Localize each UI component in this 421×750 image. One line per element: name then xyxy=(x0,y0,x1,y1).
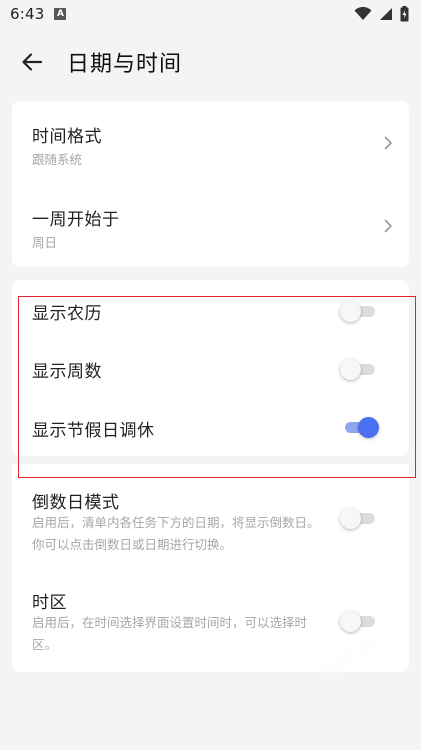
toggle-thumb xyxy=(340,359,361,380)
notification-badge-icon: A xyxy=(54,8,67,20)
status-bar: 6:43 A xyxy=(0,0,421,28)
week-number-title: 显示周数 xyxy=(32,362,102,382)
chevron-right-icon xyxy=(384,219,392,233)
holidays-row[interactable]: 显示节假日调休 xyxy=(12,410,409,444)
back-arrow-icon xyxy=(22,53,43,71)
week-start-title: 一周开始于 xyxy=(32,210,120,230)
signal-icon xyxy=(380,8,392,20)
week-number-row[interactable]: 显示周数 xyxy=(12,351,409,385)
lunar-toggle[interactable] xyxy=(340,301,378,322)
week-start-row[interactable]: 一周开始于 周日 xyxy=(12,184,409,267)
countdown-title: 倒数日模式 xyxy=(32,493,120,513)
status-time: 6:43 xyxy=(10,5,45,23)
wifi-icon xyxy=(354,7,372,20)
app-bar: 日期与时间 xyxy=(0,36,421,88)
holidays-toggle[interactable] xyxy=(342,417,379,438)
time-format-title: 时间格式 xyxy=(32,127,102,147)
status-icons xyxy=(354,6,409,22)
page-title: 日期与时间 xyxy=(67,52,183,77)
toggle-thumb xyxy=(340,611,361,632)
battery-icon xyxy=(400,6,409,22)
week-number-toggle[interactable] xyxy=(340,359,378,380)
toggle-thumb xyxy=(340,301,361,322)
toggle-thumb xyxy=(340,508,361,529)
countdown-description: 启用后，清单内各任务下方的日期，将显示倒数日。你可以点击倒数日或日期进行切换。 xyxy=(32,515,320,552)
back-button[interactable] xyxy=(8,38,56,86)
countdown-row[interactable]: 倒数日模式 启用后，清单内各任务下方的日期，将显示倒数日。你可以点击倒数日或日期… xyxy=(12,464,409,564)
toggle-thumb xyxy=(358,417,379,438)
week-start-value: 周日 xyxy=(32,235,58,250)
lunar-title: 显示农历 xyxy=(32,304,102,324)
chevron-right-icon xyxy=(384,136,392,150)
time-format-value: 跟随系统 xyxy=(32,152,83,167)
display-settings-card: 显示农历 显示周数 显示节假日调休 xyxy=(12,280,409,456)
timezone-description: 启用后，在时间选择界面设置时间时，可以选择时区。 xyxy=(32,615,308,652)
countdown-toggle[interactable] xyxy=(340,508,378,529)
timezone-title: 时区 xyxy=(32,593,67,613)
holidays-title: 显示节假日调休 xyxy=(32,421,155,441)
time-format-row[interactable]: 时间格式 跟随系统 xyxy=(12,101,409,184)
lunar-row[interactable]: 显示农历 xyxy=(12,293,409,327)
general-settings-card: 时间格式 跟随系统 一周开始于 周日 xyxy=(12,101,409,267)
